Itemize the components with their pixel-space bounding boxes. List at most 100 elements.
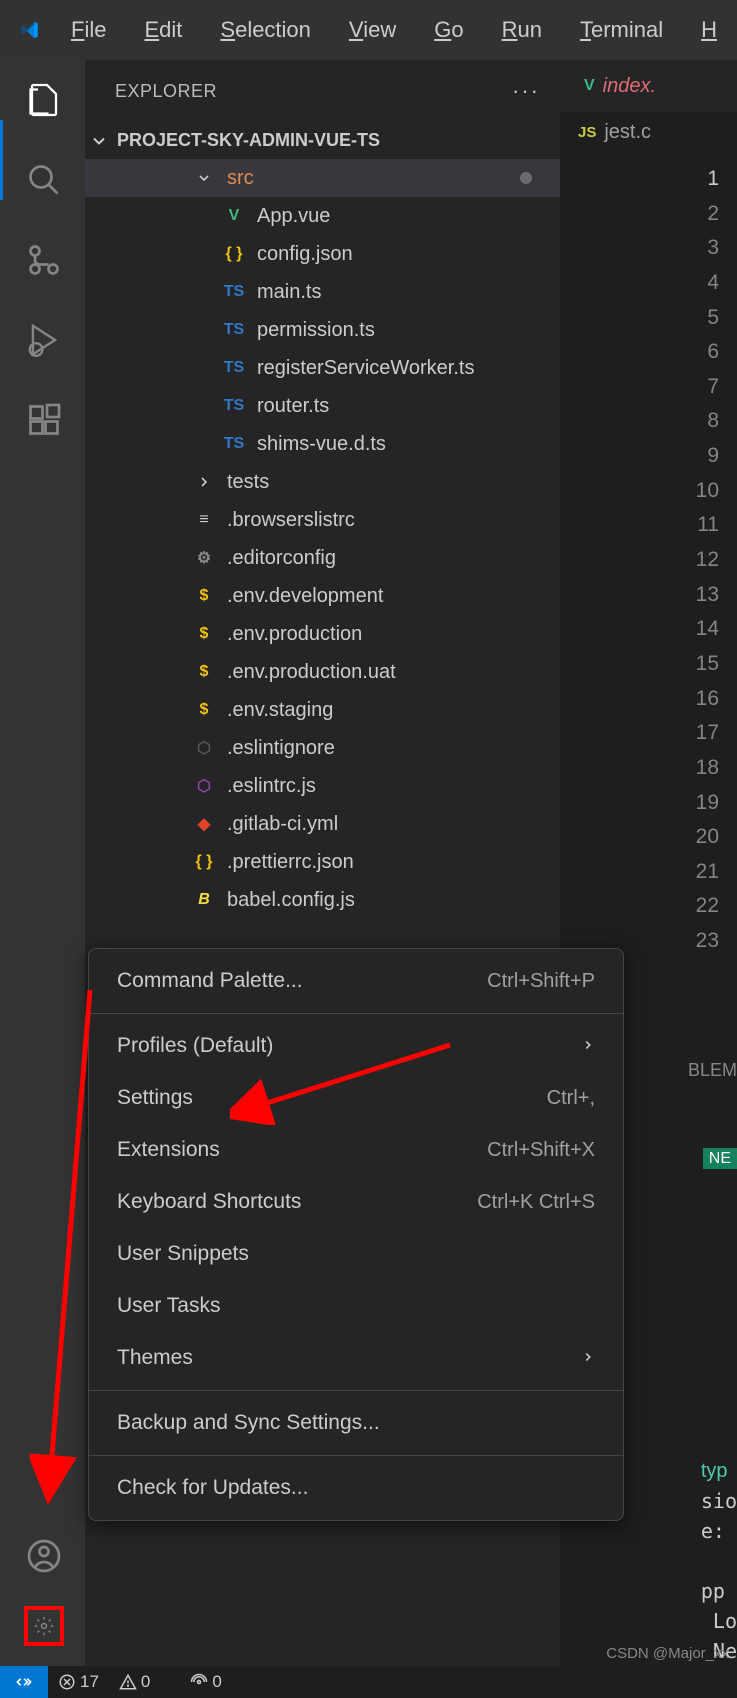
line-number: 15 <box>560 647 719 682</box>
{ }-icon: { } <box>191 849 217 875</box>
line-number: 4 <box>560 266 719 301</box>
$-icon: $ <box>191 697 217 723</box>
⚙-icon: ⚙ <box>191 545 217 571</box>
tree-label: tests <box>227 471 540 494</box>
file-row[interactable]: TSmain.ts <box>85 273 560 311</box>
tree-label: registerServiceWorker.ts <box>257 357 540 380</box>
line-number: 16 <box>560 682 719 717</box>
tree-label: App.vue <box>257 205 540 228</box>
tree-label: router.ts <box>257 395 540 418</box>
line-number: 21 <box>560 855 719 890</box>
$-icon: $ <box>191 621 217 647</box>
line-number: 11 <box>560 508 719 543</box>
tree-label: shims-vue.d.ts <box>257 433 540 456</box>
editor-tab[interactable]: V index. <box>570 60 670 112</box>
chevron-right-icon <box>191 469 217 495</box>
line-number: 3 <box>560 231 719 266</box>
file-row[interactable]: VApp.vue <box>85 197 560 235</box>
breadcrumb[interactable]: JS jest.c <box>560 112 737 152</box>
menu-item-user-snippets[interactable]: User Snippets <box>89 1228 623 1280</box>
file-row[interactable]: ⬡.eslintignore <box>85 729 560 767</box>
menu-item-settings[interactable]: SettingsCtrl+, <box>89 1072 623 1124</box>
file-row[interactable]: $.env.development <box>85 577 560 615</box>
menu-file[interactable]: File <box>71 17 106 43</box>
explorer-title: EXPLORER <box>115 81 217 102</box>
file-row[interactable]: Bbabel.config.js <box>85 881 560 919</box>
tree-label: config.json <box>257 243 540 266</box>
status-warnings[interactable]: 0 <box>109 1672 160 1692</box>
line-number: 6 <box>560 335 719 370</box>
TS-icon: TS <box>221 279 247 305</box>
shortcut-label: Ctrl+, <box>547 1087 595 1110</box>
menu-item-command-palette[interactable]: Command Palette...Ctrl+Shift+P <box>89 955 623 1007</box>
menu-item-user-tasks[interactable]: User Tasks <box>89 1280 623 1332</box>
file-row[interactable]: ⬡.eslintrc.js <box>85 767 560 805</box>
menu-item-themes[interactable]: Themes <box>89 1332 623 1384</box>
line-number: 9 <box>560 439 719 474</box>
menu-item-extensions[interactable]: ExtensionsCtrl+Shift+X <box>89 1124 623 1176</box>
tree-label: .env.development <box>227 585 540 608</box>
folder-row[interactable]: tests <box>85 463 560 501</box>
file-row[interactable]: TS shims-vue.d.ts <box>85 425 560 463</box>
file-row[interactable]: $.env.production.uat <box>85 653 560 691</box>
file-row[interactable]: TSpermission.ts <box>85 311 560 349</box>
menu-view[interactable]: View <box>349 17 396 43</box>
file-row[interactable]: ≡.browserslistrc <box>85 501 560 539</box>
line-number: 12 <box>560 543 719 578</box>
file-row[interactable]: ◆.gitlab-ci.yml <box>85 805 560 843</box>
line-number: 1 <box>560 162 719 197</box>
activity-settings-gear-icon[interactable] <box>24 1606 64 1646</box>
file-row[interactable]: $ .env.production <box>85 615 560 653</box>
line-number: 14 <box>560 612 719 647</box>
editor-tab-label: index. <box>603 75 656 98</box>
activity-extensions-icon[interactable] <box>24 400 64 440</box>
explorer-more-icon[interactable]: ··· <box>512 78 540 104</box>
menu-go[interactable]: Go <box>434 17 463 43</box>
activity-search-icon[interactable] <box>24 160 64 200</box>
tree-label: .env.staging <box>227 699 540 722</box>
file-row[interactable]: TSregisterServiceWorker.ts <box>85 349 560 387</box>
TS-icon: TS <box>221 431 247 457</box>
menu-selection[interactable]: Selection <box>220 17 311 43</box>
B-icon: B <box>191 887 217 913</box>
file-row[interactable]: { }.prettierrc.json <box>85 843 560 881</box>
status-ports[interactable]: 0 <box>180 1672 231 1692</box>
line-number: 8 <box>560 404 719 439</box>
activity-accounts-icon[interactable] <box>24 1536 64 1576</box>
tree-label: babel.config.js <box>227 889 540 912</box>
menu-h[interactable]: H <box>701 17 717 43</box>
TS-icon: TS <box>221 393 247 419</box>
tree-label: permission.ts <box>257 319 540 342</box>
line-number: 20 <box>560 820 719 855</box>
settings-context-menu: Command Palette...Ctrl+Shift+P Profiles (… <box>88 948 624 1521</box>
menu-item-keyboard-shortcuts[interactable]: Keyboard ShortcutsCtrl+K Ctrl+S <box>89 1176 623 1228</box>
⬡-icon: ⬡ <box>191 735 217 761</box>
activity-scm-icon[interactable] <box>24 240 64 280</box>
menu-terminal[interactable]: Terminal <box>580 17 663 43</box>
menu-item-profiles-default[interactable]: Profiles (Default) <box>89 1020 623 1072</box>
tree-label: .editorconfig <box>227 547 540 570</box>
menu-run[interactable]: Run <box>502 17 542 43</box>
shortcut-label: Ctrl+K Ctrl+S <box>477 1191 595 1214</box>
folder-row[interactable]: src <box>85 159 560 197</box>
file-row[interactable]: TS router.ts <box>85 387 560 425</box>
remote-button[interactable] <box>0 1666 48 1698</box>
activity-explorer-icon[interactable] <box>24 80 64 120</box>
editor-tabs: V index. <box>560 60 737 112</box>
file-row[interactable]: { }config.json <box>85 235 560 273</box>
line-number: 17 <box>560 716 719 751</box>
vscode-logo-icon <box>20 14 39 46</box>
panel-badge: NE <box>703 1148 737 1169</box>
menu-item-check-for-updates[interactable]: Check for Updates... <box>89 1462 623 1514</box>
line-number: 22 <box>560 889 719 924</box>
activity-run-debug-icon[interactable] <box>24 320 64 360</box>
menu-edit[interactable]: Edit <box>144 17 182 43</box>
file-row[interactable]: $ .env.staging <box>85 691 560 729</box>
file-row[interactable]: ⚙ .editorconfig <box>85 539 560 577</box>
tree-label: .env.production <box>227 623 540 646</box>
menu-item-backup-and-sync-settings[interactable]: Backup and Sync Settings... <box>89 1397 623 1449</box>
status-errors[interactable]: 17 <box>48 1672 109 1692</box>
line-number: 10 <box>560 474 719 509</box>
project-header[interactable]: PROJECT-SKY-ADMIN-VUE-TS <box>85 122 560 159</box>
tree-label: .browserslistrc <box>227 509 540 532</box>
